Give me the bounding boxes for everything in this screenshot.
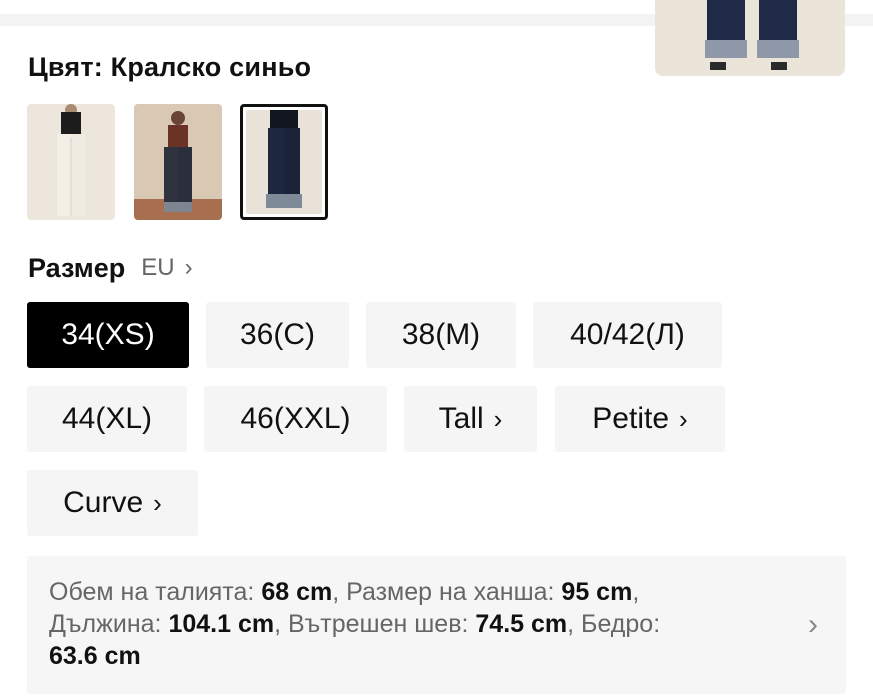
separator: , [332, 578, 347, 606]
size-option-label: Curve [63, 486, 144, 519]
size-option-label: 38(М) [401, 318, 481, 351]
size-option-tall[interactable]: Tall › [404, 386, 537, 452]
separator: , [274, 610, 288, 638]
size-option-36-s[interactable]: 36(С) [206, 302, 349, 368]
product-image-preview[interactable] [655, 0, 845, 76]
size-option-44-xl[interactable]: 44(XL) [27, 386, 187, 452]
swatch-white[interactable] [27, 104, 115, 220]
swatch-brown-top-dark-jeans[interactable] [134, 104, 222, 220]
size-region-selector[interactable]: EU [141, 254, 174, 282]
separator: , [567, 610, 582, 638]
swatch-brown-image [134, 104, 222, 220]
size-option-38-m[interactable]: 38(М) [366, 302, 516, 368]
swatch-royal-blue[interactable] [240, 104, 328, 220]
length-value: 104.1 cm [168, 610, 275, 638]
size-option-petite[interactable]: Petite › [555, 386, 725, 452]
size-header: Размер EU › [28, 250, 193, 286]
size-option-34-xs[interactable]: 34(XS) [27, 302, 189, 368]
size-option-46-xxl[interactable]: 46(XXL) [204, 386, 387, 452]
size-option-curve[interactable]: Curve › [27, 470, 198, 536]
size-option-label: Petite [592, 402, 670, 435]
size-option-label: 34(XS) [61, 318, 155, 351]
size-option-label: 36(С) [239, 318, 315, 351]
chevron-right-icon: › [153, 487, 162, 518]
hip-value: 95 cm [561, 578, 633, 606]
measurements-text: Обем на талията: 68 cm, Размер на ханша:… [49, 576, 749, 672]
swatch-royal-blue-image [246, 110, 322, 214]
product-image-graphic [655, 0, 845, 76]
chevron-right-icon[interactable]: › [808, 608, 818, 642]
inseam-label: Вътрешен шев: [287, 610, 476, 638]
measurements-panel[interactable]: Обем на талията: 68 cm, Размер на ханша:… [27, 556, 846, 694]
thigh-label: Бедро: [581, 610, 661, 638]
size-option-40-42-l[interactable]: 40/42(Л) [533, 302, 722, 368]
size-option-label: 46(XXL) [240, 402, 351, 435]
chevron-right-icon: › [679, 403, 688, 434]
size-option-label: Tall [438, 402, 484, 435]
size-title: Размер [28, 252, 126, 283]
thigh-value: 63.6 cm [49, 642, 141, 670]
size-option-label: 40/42(Л) [570, 318, 685, 351]
inseam-value: 74.5 cm [475, 610, 568, 638]
swatch-white-image [27, 104, 115, 220]
waist-value: 68 cm [261, 578, 333, 606]
hip-label: Размер на ханша: [346, 578, 562, 606]
chevron-right-icon: › [493, 403, 503, 434]
separator: , [632, 578, 640, 606]
length-label: Дължина: [49, 610, 169, 638]
waist-label: Обем на талията: [49, 578, 262, 606]
chevron-right-icon[interactable]: › [185, 254, 193, 282]
color-label: Цвят: Кралско синьо [28, 52, 312, 82]
size-option-label: 44(XL) [61, 402, 153, 435]
